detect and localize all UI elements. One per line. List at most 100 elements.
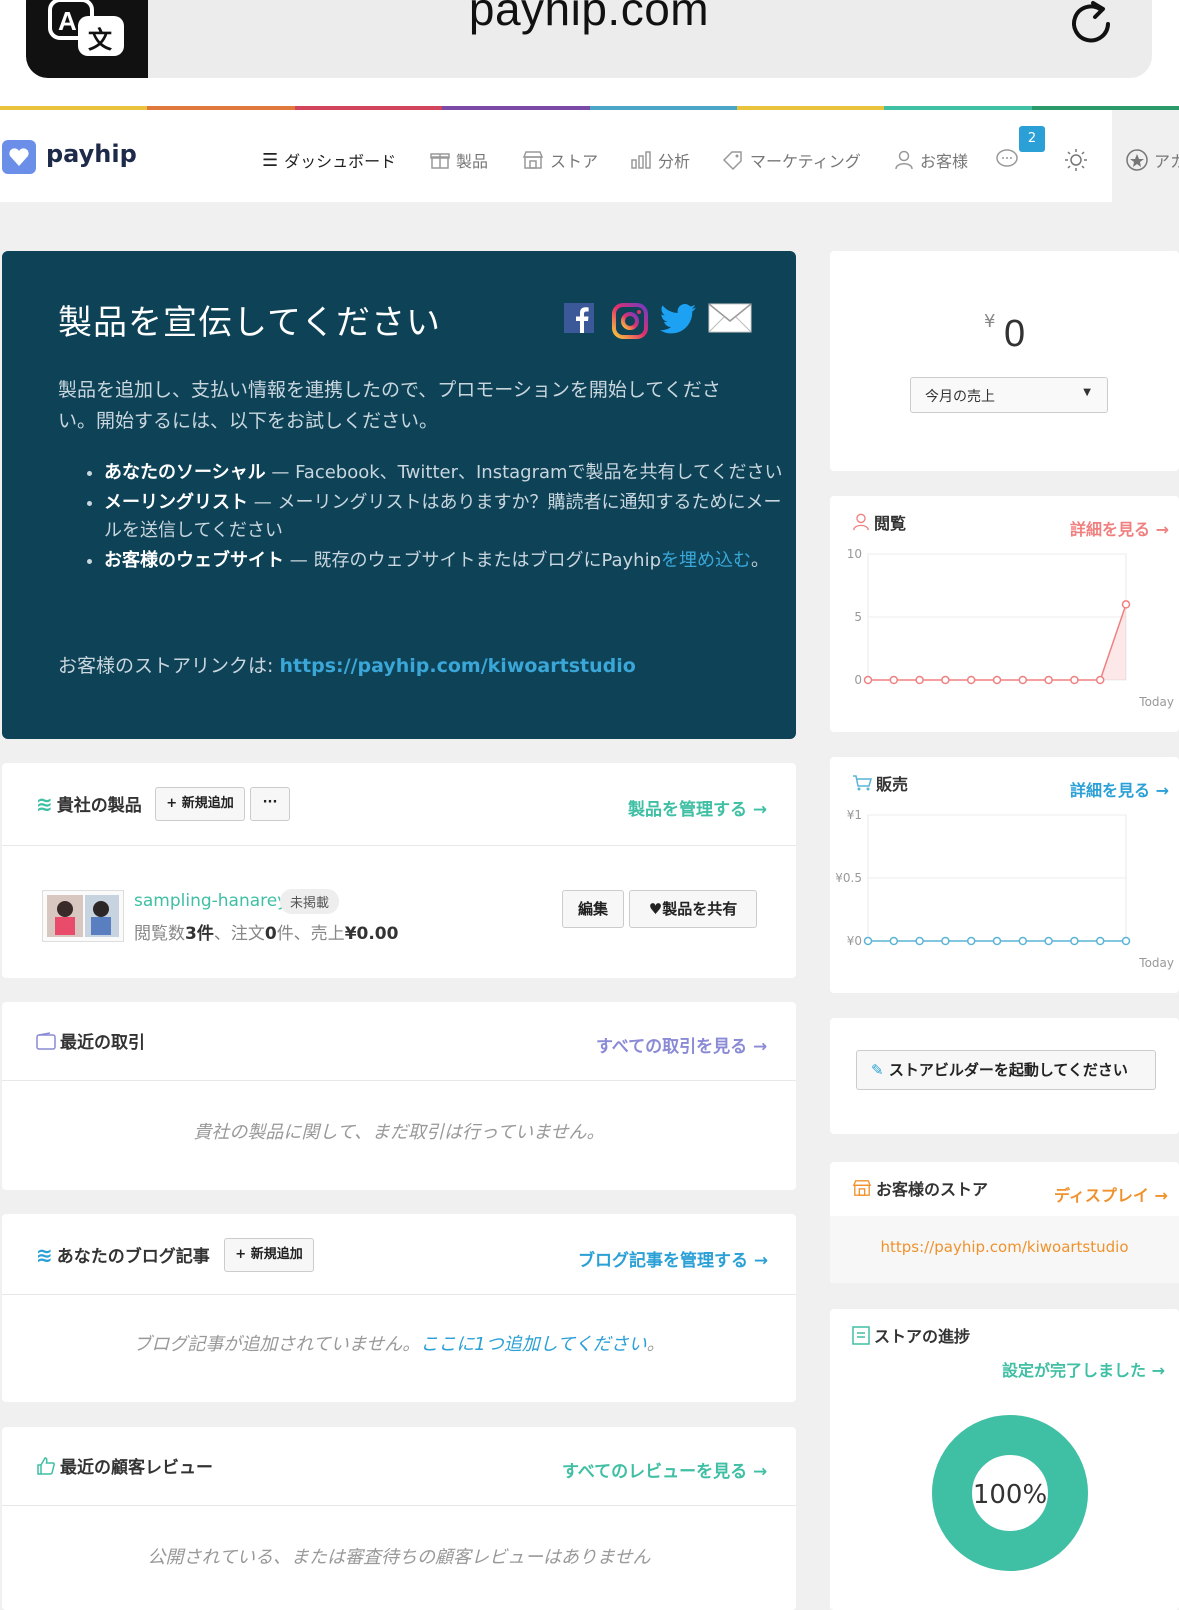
tip-social-title: あなたのソーシャル <box>104 462 266 483</box>
url-text[interactable]: payhip.com <box>26 0 1152 36</box>
product-thumbnail[interactable] <box>42 890 124 942</box>
revenue-period-select[interactable]: 今月の売上 ▼ <box>910 377 1108 413</box>
store-display-link[interactable]: ディスプレイ → <box>1054 1182 1168 1206</box>
sales-title: 販売 <box>876 775 909 794</box>
chart-icon <box>631 151 651 169</box>
nav-dashboard[interactable]: ☰ ダッシュボード <box>262 148 396 172</box>
thumbs-up-icon <box>37 1456 55 1475</box>
sales-data-point <box>941 936 950 946</box>
nav-customers[interactable]: お客様 <box>894 148 968 172</box>
theme-toggle[interactable] <box>1064 148 1088 172</box>
views-y-tick: 10 <box>847 547 862 561</box>
sales-data-point <box>1121 936 1131 946</box>
blog-empty-tail: 。 <box>646 1334 665 1355</box>
promote-products-card: 製品を宣伝してください 製品を追加し、支払い情報を連携したので、プロモーションを… <box>2 251 796 739</box>
setup-complete-link[interactable]: 設定が完了しました → <box>1002 1357 1165 1381</box>
nav-store-label: ストア <box>550 152 599 171</box>
sales-title-wrap: 販売 <box>852 771 908 795</box>
translate-button[interactable]: A 文 <box>26 0 148 78</box>
sales-details-link[interactable]: 詳細を見る → <box>1070 777 1169 801</box>
transactions-divider <box>2 1080 796 1081</box>
add-blog-button[interactable]: + 新規追加 <box>224 1238 314 1272</box>
views-series-line <box>868 604 1127 681</box>
translate-icon: A 文 <box>48 0 124 56</box>
transactions-title: 最近の取引 <box>60 1033 145 1053</box>
nav-store[interactable]: ストア <box>522 148 598 172</box>
nav-messages[interactable] <box>996 148 1022 170</box>
promo-intro: 製品を追加し、支払い情報を連携したので、プロモーションを開始してください。開始す… <box>58 379 721 432</box>
views-details-link[interactable]: 詳細を見る → <box>1070 516 1169 540</box>
instagram-share[interactable] <box>612 303 648 343</box>
reload-button[interactable] <box>1068 0 1118 54</box>
store-url-link[interactable]: https://payhip.com/kiwoartstudio <box>279 655 635 677</box>
store-url[interactable]: https://payhip.com/kiwoartstudio <box>830 1238 1179 1256</box>
reviews-divider <box>2 1505 796 1506</box>
products-more-button[interactable]: ··· <box>250 787 290 821</box>
sales-data-point <box>863 936 873 946</box>
sales-data-point <box>1095 936 1105 946</box>
edit-product-button[interactable]: 編集 <box>562 890 624 928</box>
progress-title-wrap: ストアの進捗 <box>852 1323 970 1347</box>
all-reviews-link[interactable]: すべてのレビューを見る → <box>562 1457 767 1482</box>
brand-name[interactable]: payhip <box>46 140 137 168</box>
views-data-point <box>941 675 950 685</box>
progress-title: ストアの進捗 <box>874 1327 971 1346</box>
sales-data-point <box>1070 936 1079 946</box>
product-name-link[interactable]: sampling-hanarey <box>134 891 287 911</box>
products-title-wrap: ≋ 貴社の製品 <box>36 791 142 817</box>
sales-data-point <box>966 936 976 946</box>
nav-products-label: 製品 <box>456 152 489 171</box>
nav-analytics[interactable]: 分析 <box>630 148 690 172</box>
nav-account-overflow[interactable]: アカ <box>1126 148 1179 172</box>
share-product-button[interactable]: ♥製品を共有 <box>629 890 757 928</box>
views-area <box>868 604 1126 680</box>
add-blog-link[interactable]: ここに1つ追加してください <box>420 1334 646 1355</box>
tag-icon <box>722 151 742 170</box>
views-y-tick: 5 <box>854 610 862 624</box>
nav-analytics-label: 分析 <box>658 152 691 171</box>
tip-website: お客様のウェブサイト — 既存のウェブサイトまたはブログにPayhipを埋め込む… <box>104 547 784 575</box>
top-navigation: payhip ☰ ダッシュボード 製品 ストア 分析 マーケティング お客様 2 <box>0 110 1112 202</box>
revenue-period-value: 今月の売上 <box>925 389 995 405</box>
instagram-icon <box>612 303 648 339</box>
sales-y-tick: ¥0 <box>847 934 862 948</box>
launch-storebuilder-button[interactable]: ✎ ストアビルダーを起動してください <box>856 1050 1156 1090</box>
address-bar[interactable]: payhip.com <box>26 0 1152 78</box>
payhip-logo-icon[interactable] <box>2 140 36 178</box>
products-title: 貴社の製品 <box>56 796 142 816</box>
nav-products[interactable]: 製品 <box>430 148 488 172</box>
tip-social-text: — Facebook、Twitter、Instagramで製品を共有してください <box>265 462 783 483</box>
blog-empty-message: ブログ記事が追加されていません。ここに1つ追加してください。 <box>2 1330 796 1356</box>
manage-blog-link[interactable]: ブログ記事を管理する → <box>578 1246 768 1271</box>
sales-line-chart: ¥1 ¥0.5 ¥0 Today <box>835 808 1174 970</box>
products-divider <box>2 845 796 846</box>
embed-link[interactable]: を埋め込む <box>661 550 751 571</box>
blog-card: ≋ あなたのブログ記事 + 新規追加 ブログ記事を管理する → ブログ記事が追加… <box>2 1214 796 1402</box>
tip-mailing-list: メーリングリスト — メーリングリストはありますか？購読者に通知するためにメール… <box>104 489 784 545</box>
add-product-button[interactable]: + 新規追加 <box>155 787 245 821</box>
views-title-wrap: 閲覧 <box>852 510 906 534</box>
menu-icon: ☰ <box>262 149 279 171</box>
twitter-icon <box>660 304 696 334</box>
sales-y-tick: ¥1 <box>847 808 862 822</box>
views-data-point <box>1044 675 1053 685</box>
nav-dashboard-label: ダッシュボード <box>284 152 397 171</box>
orders-prefix: 、注文 <box>213 924 265 944</box>
sales-x-end-label: Today <box>1138 956 1174 970</box>
nav-marketing[interactable]: マーケティング <box>722 148 861 172</box>
sun-icon <box>1065 149 1087 171</box>
store-link-line: お客様のストアリンクは: https://payhip.com/kiwoarts… <box>58 651 636 678</box>
facebook-icon <box>564 303 594 333</box>
twitter-share[interactable] <box>660 303 696 339</box>
facebook-share[interactable] <box>564 303 594 337</box>
all-transactions-link[interactable]: すべての取引を見る → <box>596 1032 767 1057</box>
email-share[interactable] <box>708 303 752 337</box>
manage-products-link[interactable]: 製品を管理する → <box>628 795 767 820</box>
customer-store-card: お客様のストア ディスプレイ → https://payhip.com/kiwo… <box>830 1162 1179 1283</box>
views-data-point <box>915 675 924 685</box>
waves-icon: ≋ <box>36 791 53 816</box>
views-chart-card: 閲覧 詳細を見る → 10 5 0 Today <box>830 496 1179 732</box>
transactions-card: 最近の取引 すべての取引を見る → 貴社の製品に関して、まだ取引は行っていません… <box>2 1002 796 1190</box>
browser-toolbar: payhip.com A 文 <box>0 0 1179 106</box>
promo-tips-list: あなたのソーシャル — Facebook、Twitter、Instagramで製… <box>58 459 784 577</box>
